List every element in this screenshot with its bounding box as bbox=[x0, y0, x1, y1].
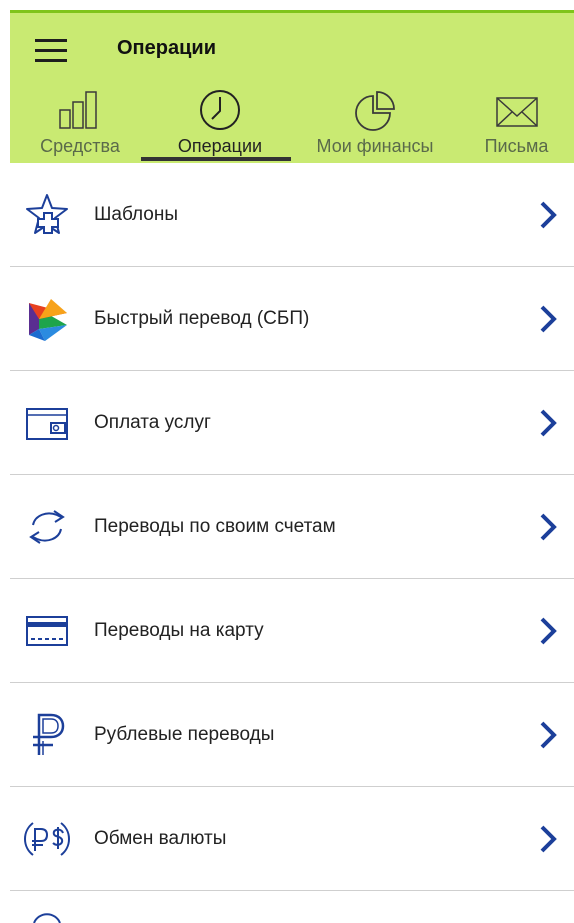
list-item-own-accounts-transfer[interactable]: Переводы по своим счетам bbox=[10, 475, 574, 579]
list-item-label: Оплата услуг bbox=[94, 411, 211, 433]
active-tab-indicator bbox=[141, 157, 291, 161]
operations-list: Шаблоны Быстрый перевод (СБП) Оплата усл… bbox=[10, 163, 574, 923]
tab-letters[interactable]: Письма bbox=[464, 88, 569, 163]
currency-exchange-icon bbox=[24, 821, 70, 856]
envelope-icon bbox=[495, 97, 538, 127]
list-item-label: Рублевые переводы bbox=[94, 723, 275, 745]
pie-chart-icon bbox=[355, 91, 395, 131]
chevron-right-icon bbox=[540, 513, 557, 540]
list-item-card-transfer[interactable]: Переводы на карту bbox=[10, 579, 574, 683]
tab-operations[interactable]: Операции bbox=[150, 88, 290, 163]
swap-arrows-icon bbox=[29, 509, 65, 544]
list-item-label: Переводы по своим счетам bbox=[94, 515, 336, 537]
tab-funds[interactable]: Средства bbox=[20, 88, 140, 163]
list-item-label: Переводы на карту bbox=[94, 619, 264, 641]
card-icon bbox=[26, 615, 68, 646]
partial-item-icon bbox=[33, 913, 61, 923]
chevron-right-icon bbox=[540, 409, 557, 436]
list-item-partial[interactable] bbox=[10, 891, 574, 923]
star-plus-icon bbox=[26, 193, 68, 234]
tab-my-finances[interactable]: Мои финансы bbox=[300, 88, 450, 163]
tab-my-finances-label: Мои финансы bbox=[316, 136, 434, 156]
chevron-right-icon bbox=[540, 825, 557, 852]
list-item-ruble-transfers[interactable]: Рублевые переводы bbox=[10, 683, 574, 787]
tab-operations-label: Операции bbox=[177, 136, 263, 156]
list-item-fast-transfer-sbp[interactable]: Быстрый перевод (СБП) bbox=[10, 267, 574, 371]
bar-chart-icon bbox=[59, 91, 97, 129]
wallet-icon bbox=[26, 407, 68, 440]
list-item-currency-exchange[interactable]: Обмен валюты bbox=[10, 787, 574, 891]
menu-hamburger-icon[interactable] bbox=[35, 39, 67, 63]
chevron-right-icon bbox=[540, 721, 557, 748]
tab-letters-label: Письма bbox=[484, 136, 549, 156]
page-title: Операции bbox=[117, 37, 216, 59]
sbp-logo-icon bbox=[29, 298, 67, 341]
ruble-icon bbox=[33, 713, 65, 755]
list-item-label: Обмен валюты bbox=[94, 827, 227, 849]
list-item-templates[interactable]: Шаблоны bbox=[10, 163, 574, 267]
tab-funds-label: Средства bbox=[40, 136, 120, 156]
chevron-right-icon bbox=[540, 305, 557, 332]
chevron-right-icon bbox=[540, 617, 557, 644]
list-item-label: Шаблоны bbox=[94, 203, 179, 225]
clock-icon bbox=[200, 90, 240, 130]
chevron-right-icon bbox=[540, 201, 557, 228]
tab-bar: Средства Операции Мои финансы Письма bbox=[10, 88, 574, 163]
app-header: Операции Средства Операции Мои финансы П… bbox=[10, 13, 574, 163]
list-item-pay-services[interactable]: Оплата услуг bbox=[10, 371, 574, 475]
list-item-label: Быстрый перевод (СБП) bbox=[94, 307, 310, 329]
